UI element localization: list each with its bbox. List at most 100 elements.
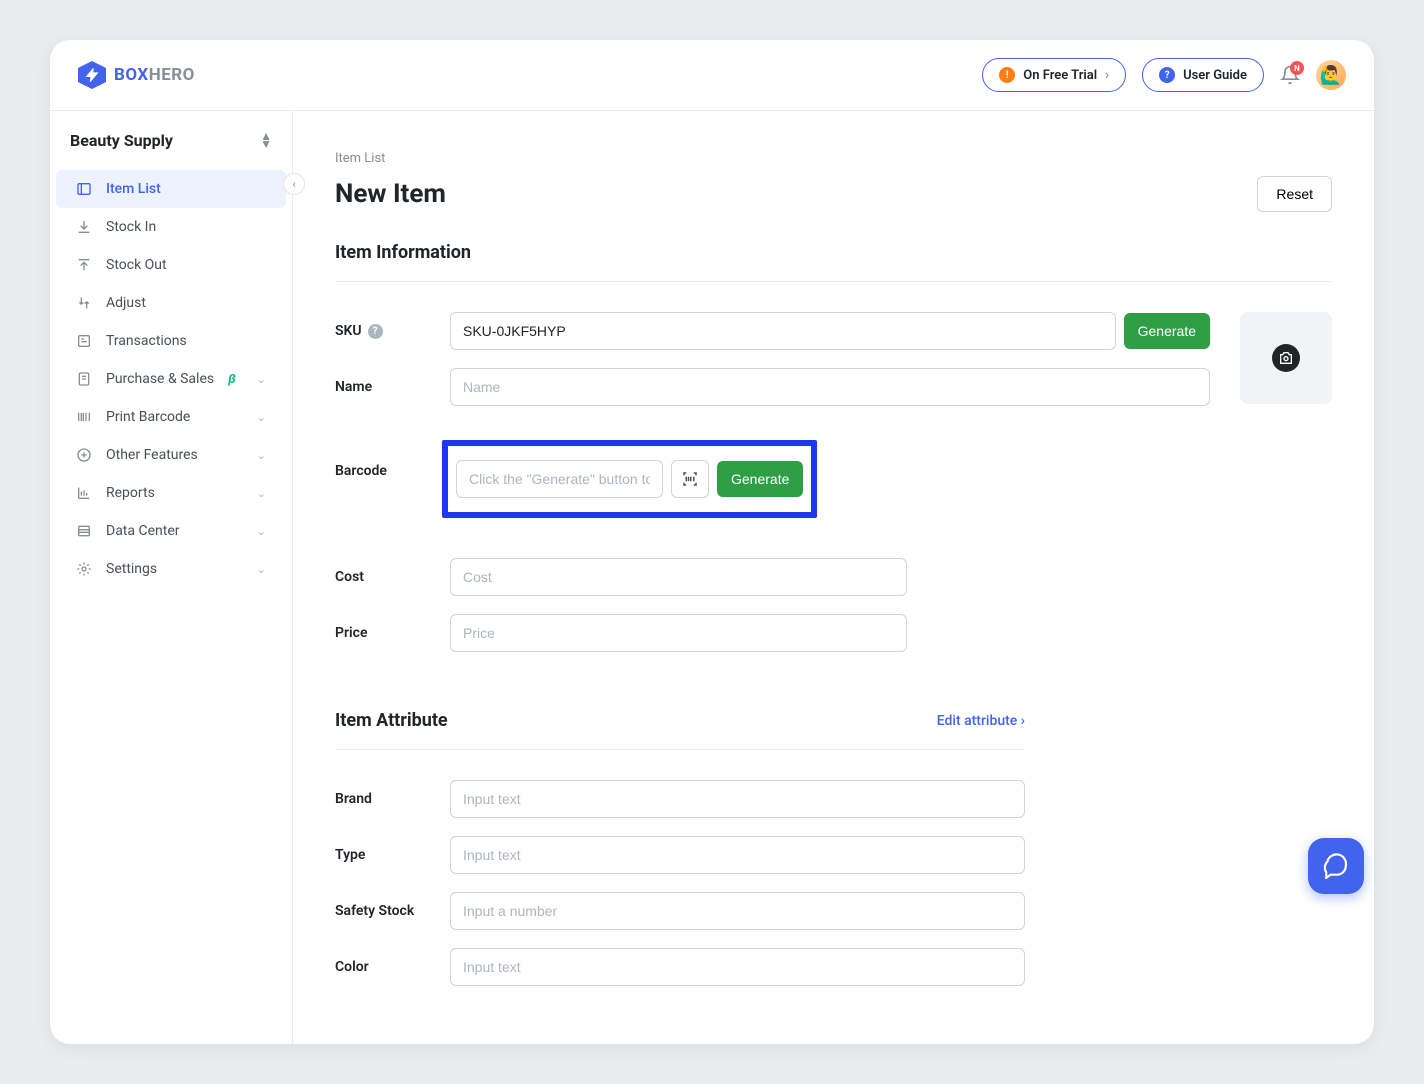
sidebar-item-label: Stock Out [106, 257, 167, 273]
chevron-down-icon: ⌄ [257, 449, 266, 462]
label-brand: Brand [335, 791, 450, 807]
chevron-right-icon: › [1105, 68, 1109, 83]
cost-input[interactable] [450, 558, 907, 596]
type-input[interactable] [450, 836, 1025, 874]
label-barcode: Barcode [335, 463, 450, 479]
section-info-text: Item Information [335, 242, 471, 263]
sidebar-item-reports[interactable]: Reports ⌄ [56, 474, 286, 512]
help-icon[interactable]: ? [368, 324, 383, 339]
breadcrumb[interactable]: Item List [335, 151, 1332, 166]
barcode-input[interactable] [456, 460, 663, 498]
topbar: BOXHERO ! On Free Trial › ? User Guide N… [50, 40, 1374, 111]
adjust-icon [76, 295, 92, 311]
content: Item List New Item Reset Item Informatio… [293, 111, 1374, 1044]
notifications-button[interactable]: N [1280, 65, 1300, 85]
workspace-selector[interactable]: Beauty Supply ▲▼ [50, 131, 292, 170]
chevron-down-icon: ⌄ [257, 373, 266, 386]
row-brand: Brand [335, 780, 1025, 818]
image-upload[interactable] [1240, 312, 1332, 404]
label-price: Price [335, 625, 450, 641]
sidebar-item-transactions[interactable]: Transactions [56, 322, 286, 360]
row-sku: SKU ? Generate [335, 312, 1210, 350]
sidebar-item-label: Adjust [106, 295, 146, 311]
row-barcode: Barcode Generate [335, 424, 1210, 518]
scan-icon [681, 470, 699, 488]
sku-input[interactable] [450, 312, 1116, 350]
gear-icon [76, 561, 92, 577]
row-color: Color [335, 948, 1025, 986]
sku-generate-button[interactable]: Generate [1124, 313, 1210, 349]
label-safety-stock: Safety Stock [335, 903, 450, 919]
label-name: Name [335, 379, 450, 395]
section-attr-title: Item Attribute Edit attribute › [335, 710, 1025, 750]
chevron-down-icon: ⌄ [257, 525, 266, 538]
database-icon [76, 523, 92, 539]
name-input[interactable] [450, 368, 1210, 406]
color-input[interactable] [450, 948, 1025, 986]
app-window: BOXHERO ! On Free Trial › ? User Guide N… [50, 40, 1374, 1044]
beta-badge: β [228, 372, 236, 387]
barcode-icon [76, 409, 92, 425]
label-color: Color [335, 959, 450, 975]
avatar[interactable]: 🙋‍♂️ [1316, 60, 1346, 90]
sidebar-item-item-list[interactable]: Item List [56, 170, 286, 208]
sidebar-item-adjust[interactable]: Adjust [56, 284, 286, 322]
chat-button[interactable] [1308, 838, 1364, 894]
logo-icon [78, 61, 106, 89]
row-name: Name [335, 368, 1210, 406]
section-info-title: Item Information [335, 242, 1332, 282]
sidebar-item-print-barcode[interactable]: Print Barcode ⌄ [56, 398, 286, 436]
row-safety-stock: Safety Stock [335, 892, 1025, 930]
sidebar-item-label: Settings [106, 561, 157, 577]
page-header: New Item Reset [335, 176, 1332, 212]
upload-icon [76, 257, 92, 273]
list-icon [76, 181, 92, 197]
sidebar-item-label: Other Features [106, 447, 198, 463]
section-attr-text: Item Attribute [335, 710, 448, 731]
trial-button[interactable]: ! On Free Trial › [982, 58, 1126, 92]
chevron-down-icon: ⌄ [257, 563, 266, 576]
info-row: SKU ? Generate Name [335, 312, 1332, 518]
logo[interactable]: BOXHERO [78, 61, 195, 89]
sidebar-item-stock-in[interactable]: Stock In [56, 208, 286, 246]
plus-circle-icon [76, 447, 92, 463]
chevron-down-icon: ⌄ [257, 487, 266, 500]
info-fields: SKU ? Generate Name [335, 312, 1210, 518]
sidebar-item-label: Item List [106, 181, 161, 197]
sidebar-item-label: Stock In [106, 219, 156, 235]
notification-badge: N [1290, 61, 1304, 75]
guide-button[interactable]: ? User Guide [1142, 58, 1264, 92]
alert-icon: ! [999, 67, 1015, 83]
sidebar: Beauty Supply ▲▼ Item List Stock In Stoc… [50, 111, 293, 1044]
camera-icon [1272, 344, 1300, 372]
barcode-highlight: Generate [442, 440, 817, 518]
sidebar-item-other-features[interactable]: Other Features ⌄ [56, 436, 286, 474]
logo-text: BOXHERO [114, 65, 195, 85]
collapse-sidebar-button[interactable]: ‹ [283, 173, 305, 195]
help-icon: ? [1159, 67, 1175, 83]
barcode-generate-button[interactable]: Generate [717, 461, 803, 497]
transactions-icon [76, 333, 92, 349]
body: Beauty Supply ▲▼ Item List Stock In Stoc… [50, 111, 1374, 1044]
brand-input[interactable] [450, 780, 1025, 818]
edit-attribute-link[interactable]: Edit attribute › [937, 713, 1025, 729]
trial-label: On Free Trial [1023, 68, 1097, 83]
barcode-scan-button[interactable] [671, 460, 709, 498]
document-icon [76, 371, 92, 387]
row-type: Type [335, 836, 1025, 874]
sidebar-item-stock-out[interactable]: Stock Out [56, 246, 286, 284]
sidebar-item-settings[interactable]: Settings ⌄ [56, 550, 286, 588]
sidebar-item-purchase-sales[interactable]: Purchase & Sales β ⌄ [56, 360, 286, 398]
guide-label: User Guide [1183, 68, 1247, 83]
reset-button[interactable]: Reset [1257, 176, 1332, 212]
sidebar-item-label: Transactions [106, 333, 187, 349]
chevron-down-icon: ⌄ [257, 411, 266, 424]
page-title: New Item [335, 179, 446, 209]
price-input[interactable] [450, 614, 907, 652]
sidebar-item-data-center[interactable]: Data Center ⌄ [56, 512, 286, 550]
row-cost: Cost [335, 558, 907, 596]
row-price: Price [335, 614, 907, 652]
chart-icon [76, 485, 92, 501]
safety-stock-input[interactable] [450, 892, 1025, 930]
chat-icon [1323, 853, 1349, 879]
